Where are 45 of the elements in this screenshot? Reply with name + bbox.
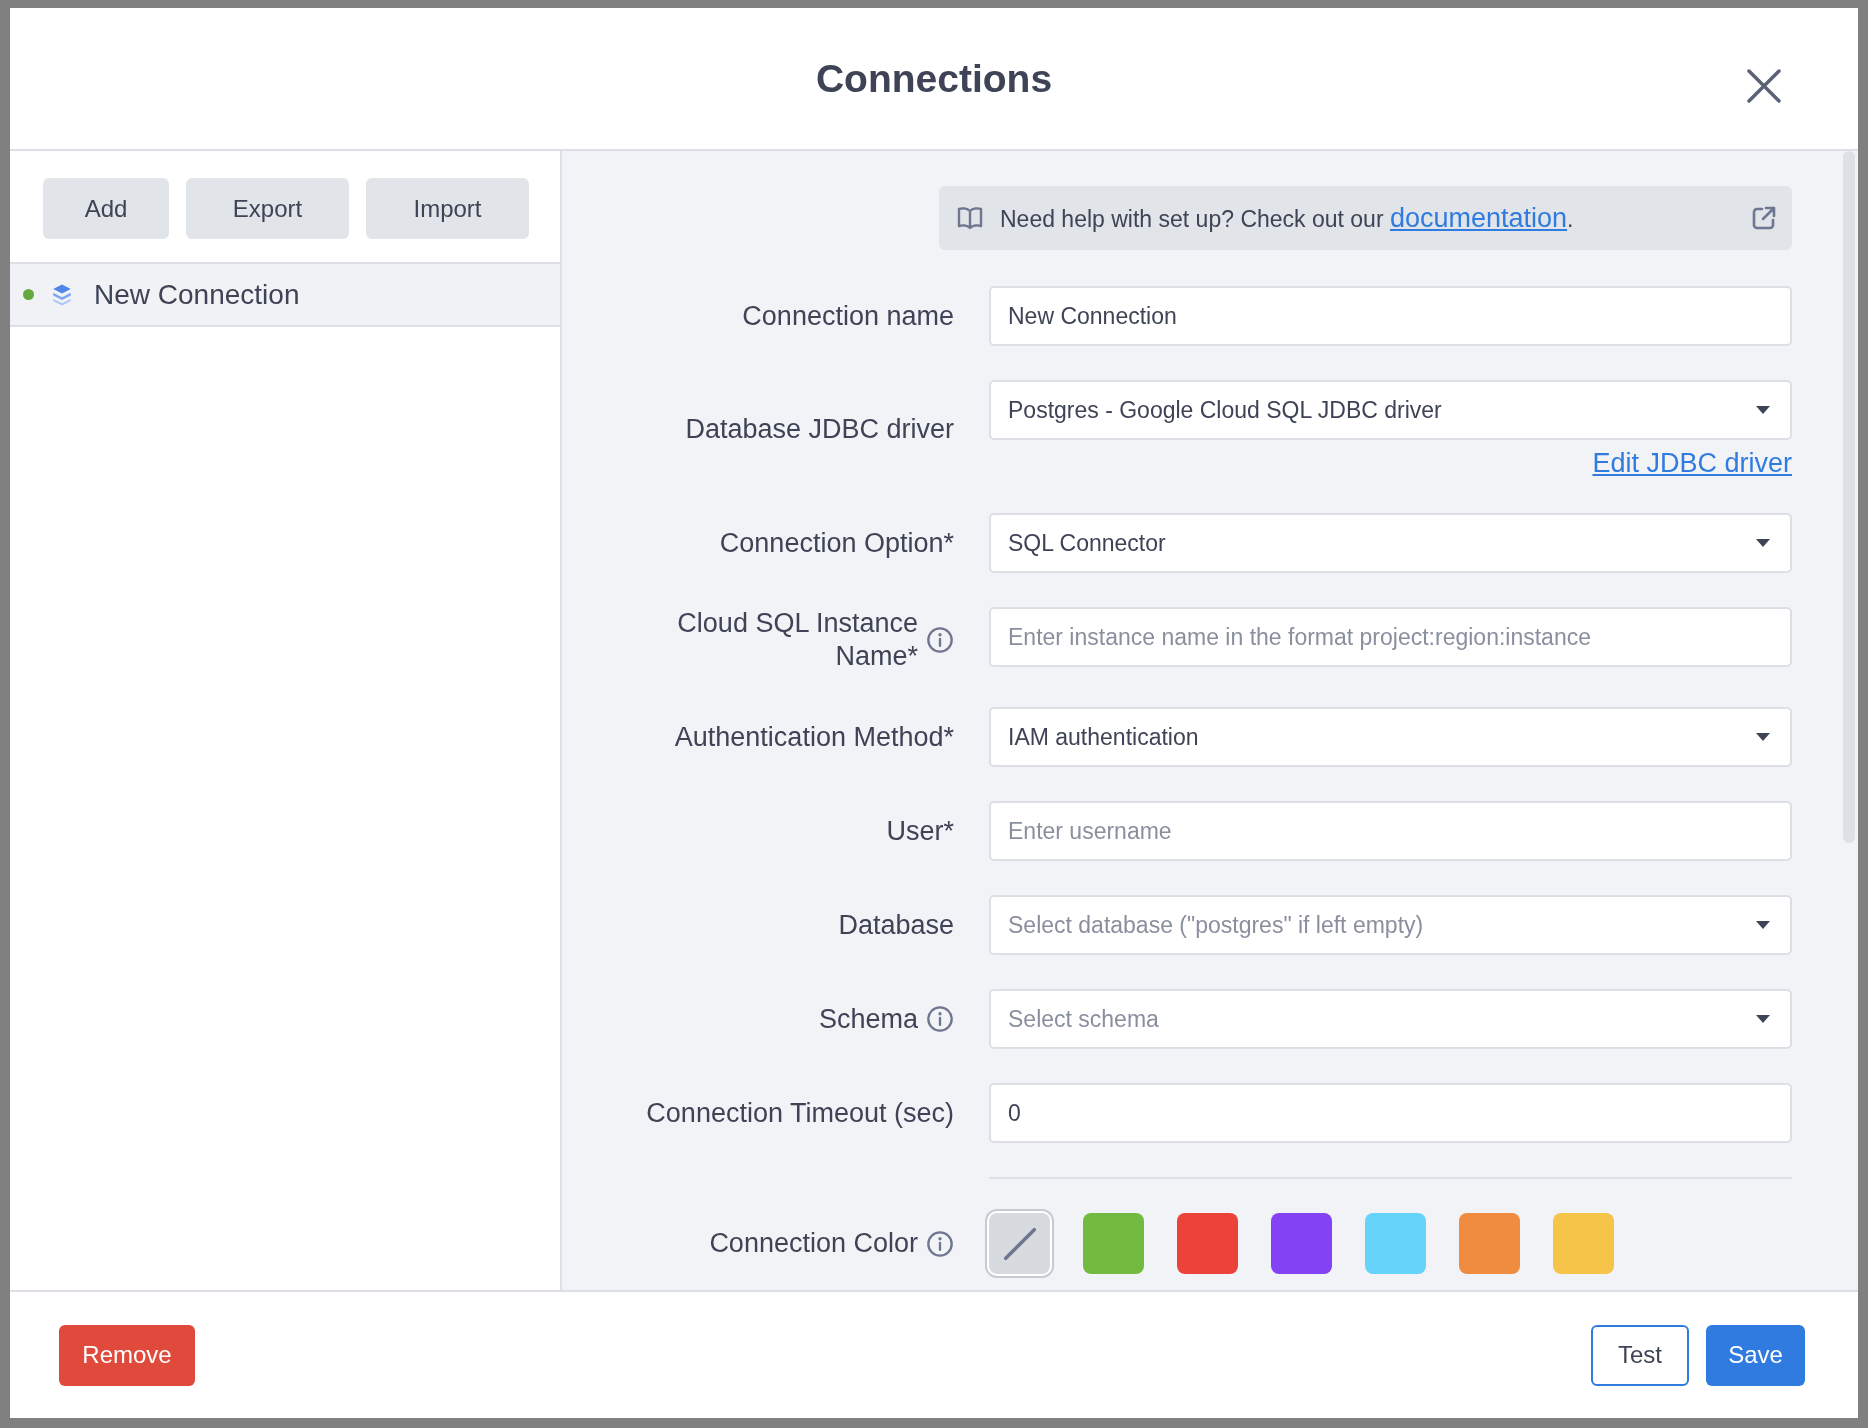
field-label: Cloud SQL Instance Name*	[676, 607, 918, 673]
field-label: Connection Option*	[719, 526, 954, 560]
caret-icon	[1755, 405, 1771, 415]
color-swatch[interactable]	[1365, 1213, 1426, 1274]
book-icon	[956, 204, 984, 232]
caret-icon	[1755, 538, 1771, 548]
dialog-title: Connections	[815, 56, 1053, 101]
field-label: Authentication Method*	[674, 720, 954, 754]
dropdown-field[interactable]: IAM authentication	[989, 707, 1792, 767]
input-field[interactable]: 0	[989, 1083, 1792, 1143]
color-swatch[interactable]	[1459, 1213, 1520, 1274]
caret-icon	[1755, 920, 1771, 930]
color-swatch[interactable]	[1083, 1213, 1144, 1274]
color-swatch[interactable]	[1177, 1213, 1238, 1274]
info-icon[interactable]	[926, 626, 954, 654]
field-label: Connection name	[742, 299, 954, 333]
color-swatch[interactable]	[1553, 1213, 1614, 1274]
help-text: Need help with set up? Check out our documentation.	[1000, 202, 1575, 234]
connection-item[interactable]: New Connection	[10, 264, 560, 327]
info-icon[interactable]	[926, 1005, 954, 1033]
field-label: User*	[886, 814, 954, 848]
database-icon	[51, 282, 73, 307]
input-field[interactable]: New Connection	[989, 286, 1792, 346]
dropdown-field[interactable]: SQL Connector	[989, 513, 1792, 573]
edit-driver-link[interactable]: Edit JDBC driver	[1592, 448, 1792, 479]
test-button[interactable]: Test	[1591, 1324, 1689, 1386]
info-icon[interactable]	[926, 1229, 954, 1258]
save-button[interactable]: Save	[1706, 1324, 1805, 1386]
caret-icon	[1755, 732, 1771, 742]
input-field[interactable]: Enter username	[989, 801, 1792, 861]
external-link-icon[interactable]	[1750, 204, 1778, 232]
field-label: Database JDBC driver	[685, 413, 954, 446]
field-label: Database	[838, 908, 954, 942]
field-label: Connection Timeout (sec)	[646, 1096, 954, 1130]
color-swatch[interactable]	[1271, 1213, 1332, 1274]
caret-icon	[1755, 1014, 1771, 1024]
dropdown-field[interactable]: Postgres - Google Cloud SQL JDBC driver	[989, 380, 1792, 440]
field-label: Schema	[818, 1002, 918, 1036]
import-button[interactable]: Import	[366, 178, 529, 239]
input-field[interactable]: Enter instance name in the format project:region:instance	[989, 607, 1792, 667]
close-icon[interactable]	[1746, 68, 1782, 104]
add-button[interactable]: Add	[43, 178, 169, 239]
export-button[interactable]: Export	[186, 178, 349, 239]
field-label: Connection Color	[709, 1227, 918, 1260]
remove-button[interactable]: Remove	[59, 1324, 195, 1386]
